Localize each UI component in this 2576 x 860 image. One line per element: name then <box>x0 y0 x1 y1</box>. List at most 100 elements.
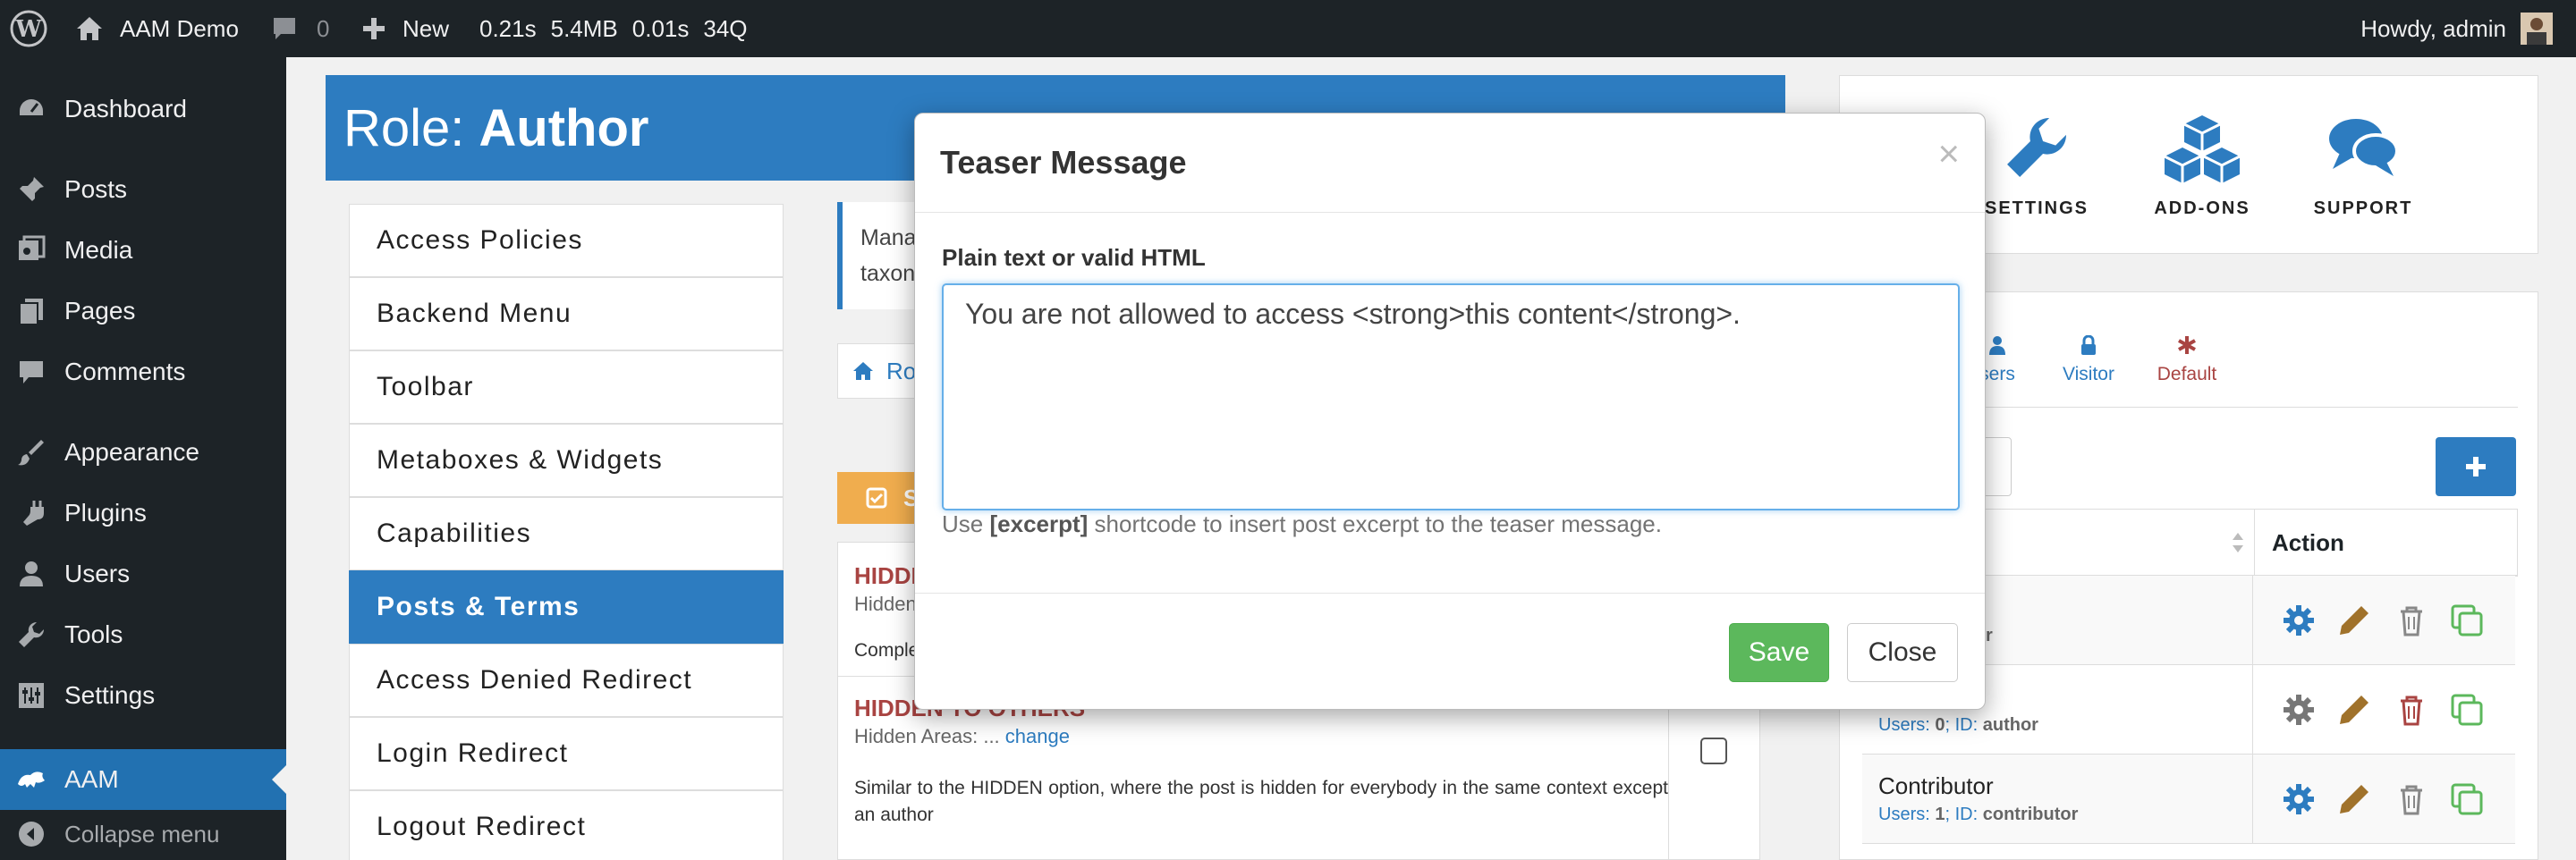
sidebar-item-comments[interactable]: Comments <box>0 341 286 402</box>
modal-footer-divider <box>915 593 1985 594</box>
query-monitor-stats[interactable]: 0.21s 5.4MB 0.01s 34Q <box>479 0 748 57</box>
tab-capabilities[interactable]: Capabilities <box>349 497 784 570</box>
role-name: Author <box>479 98 649 157</box>
subject-tab-visitor[interactable]: Visitor <box>2044 334 2133 385</box>
pages-icon <box>19 299 43 325</box>
tab-toolbar[interactable]: Toolbar <box>349 350 784 424</box>
sidebar-item-label: Posts <box>64 175 128 203</box>
pencil-icon[interactable] <box>2336 603 2372 638</box>
media-icon <box>19 235 46 260</box>
comments-link[interactable]: 0 <box>270 0 329 57</box>
plus-icon <box>2466 457 2486 476</box>
teaser-message-textarea[interactable]: You are not allowed to access <strong>th… <box>942 283 1960 510</box>
sidebar-item-pages[interactable]: Pages <box>0 281 286 341</box>
sidebar-item-users[interactable]: Users <box>0 544 286 604</box>
tab-access-policies[interactable]: Access Policies <box>349 204 784 277</box>
addons-label: ADD-ONS <box>2154 198 2250 218</box>
sort-icon[interactable] <box>2231 531 2245 554</box>
action-header: Action <box>2272 529 2344 556</box>
trash-icon[interactable] <box>2394 692 2429 728</box>
users-count: 0 <box>1935 715 1945 735</box>
avatar[interactable] <box>2521 0 2553 57</box>
help-prefix: Use <box>942 510 984 537</box>
subject-tab-label: Default <box>2157 364 2217 384</box>
perf-queries: 34Q <box>703 14 748 42</box>
sidebar-item-settings[interactable]: Settings <box>0 665 286 726</box>
help-suffix: shortcode to insert post excerpt to the … <box>1094 510 1662 537</box>
pin-icon <box>20 177 44 201</box>
sidebar-item-label: Users <box>64 560 131 587</box>
sidebar-item-aam[interactable]: AAM <box>0 749 286 810</box>
change-link[interactable]: change <box>1005 725 1070 747</box>
option-sub: Hidden <box>854 593 917 615</box>
role-prefix: Role: <box>343 98 465 157</box>
close-button[interactable]: Close <box>1847 623 1958 682</box>
tab-label: Backend Menu <box>377 299 572 328</box>
clone-icon[interactable] <box>2449 692 2485 728</box>
new-label: New <box>402 14 450 42</box>
collapse-menu-button[interactable]: Collapse menu <box>0 808 286 860</box>
subject-tab-label: Visitor <box>2063 364 2114 384</box>
home-icon <box>77 17 102 40</box>
tab-label: Logout Redirect <box>377 812 587 841</box>
pencil-icon[interactable] <box>2336 781 2372 817</box>
add-role-button[interactable] <box>2436 437 2516 496</box>
howdy-text: Howdy, admin <box>2360 14 2506 42</box>
hidden-to-others-checkbox[interactable] <box>1700 738 1727 764</box>
addons-button[interactable]: ADD-ONS <box>2131 112 2274 219</box>
sidebar-item-label: Pages <box>64 297 136 325</box>
howdy-link[interactable]: Howdy, admin <box>2360 0 2506 57</box>
users-count: 1 <box>1935 805 1945 824</box>
sidebar-item-posts[interactable]: Posts <box>0 159 286 220</box>
sidebar-item-label: Tools <box>64 620 123 648</box>
sidebar-item-label: Dashboard <box>64 95 187 122</box>
pencil-icon[interactable] <box>2336 692 2372 728</box>
site-name-link[interactable]: AAM Demo <box>75 0 239 57</box>
teaser-message-modal: Teaser Message × Plain text or valid HTM… <box>914 113 1986 710</box>
row-divider <box>2252 665 2253 755</box>
tab-access-denied-redirect[interactable]: Access Denied Redirect <box>349 644 784 717</box>
tab-label: Login Redirect <box>377 738 569 768</box>
role-row-id: contributor <box>1982 805 2079 824</box>
users-label: Users: <box>1878 805 1930 824</box>
subject-tab-default[interactable]: Default <box>2142 335 2232 385</box>
sidebar-item-tools[interactable]: Tools <box>0 604 286 665</box>
tab-label: Access Denied Redirect <box>377 665 693 695</box>
teaser-help-text: Use [excerpt] shortcode to insert post e… <box>942 510 1662 538</box>
sidebar-item-label: Appearance <box>64 438 200 466</box>
option-sub-value: ... <box>983 725 1000 747</box>
sidebar-item-plugins[interactable]: Plugins <box>0 483 286 544</box>
tab-metaboxes-widgets[interactable]: Metaboxes & Widgets <box>349 424 784 497</box>
new-content-link[interactable]: New <box>361 0 449 57</box>
support-button[interactable]: SUPPORT <box>2292 112 2435 219</box>
id-label: ID: <box>1954 715 1979 735</box>
check-square-icon <box>866 487 887 509</box>
tab-backend-menu[interactable]: Backend Menu <box>349 277 784 350</box>
tab-login-redirect[interactable]: Login Redirect <box>349 717 784 790</box>
sidebar-item-dashboard[interactable]: Dashboard <box>0 79 286 139</box>
settings-label: SETTINGS <box>1984 198 2089 218</box>
clone-icon[interactable] <box>2449 603 2485 638</box>
gear-icon[interactable] <box>2281 603 2317 638</box>
comments-count: 0 <box>317 14 330 42</box>
svg-text:W: W <box>14 16 42 43</box>
tab-posts-terms[interactable]: Posts & Terms <box>349 570 784 644</box>
tab-logout-redirect[interactable]: Logout Redirect <box>349 790 784 860</box>
modal-header-divider <box>915 212 1985 213</box>
wrench-icon <box>19 621 45 647</box>
wordpress-logo-icon[interactable]: W <box>9 0 48 57</box>
settings-button[interactable]: SETTINGS <box>1965 112 2108 219</box>
close-icon[interactable]: × <box>1937 135 1960 173</box>
perf-time: 0.21s <box>479 14 537 42</box>
trash-icon[interactable] <box>2394 603 2429 638</box>
trash-icon[interactable] <box>2394 781 2429 817</box>
sidebar-item-media[interactable]: Media <box>0 220 286 281</box>
clone-icon[interactable] <box>2449 781 2485 817</box>
tab-label: Toolbar <box>377 372 474 401</box>
save-button[interactable]: Save <box>1729 623 1829 682</box>
gear-icon[interactable] <box>2281 781 2317 817</box>
gear-icon[interactable] <box>2281 692 2317 728</box>
sidebar-item-appearance[interactable]: Appearance <box>0 422 286 483</box>
info-notice: Mana taxon <box>837 202 927 309</box>
tab-label: Metaboxes & Widgets <box>377 445 664 475</box>
